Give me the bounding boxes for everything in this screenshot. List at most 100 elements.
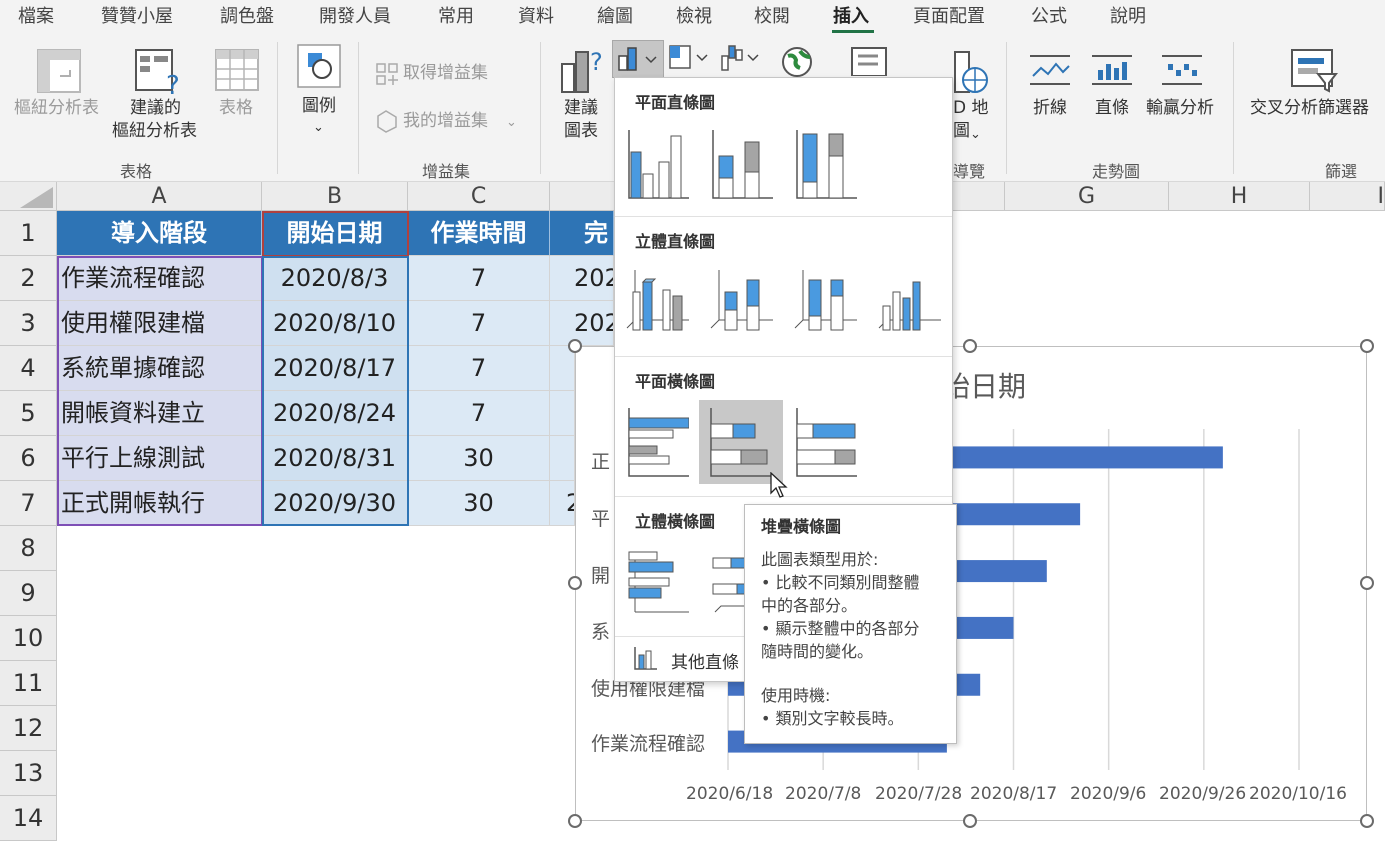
column-header-d[interactable] (550, 182, 615, 211)
chevron-down-icon[interactable]: ⌄ (506, 112, 517, 134)
cell-d3[interactable]: 202 (550, 301, 614, 346)
sparkline-winloss-icon[interactable] (1160, 52, 1204, 88)
row-header[interactable]: 13 (0, 751, 57, 796)
tab-review[interactable]: 校閱 (754, 2, 790, 28)
slicer-icon[interactable] (1290, 48, 1338, 94)
sparkline-column-icon[interactable] (1090, 52, 1134, 88)
tab-home[interactable]: 常用 (438, 2, 474, 28)
recommended-charts-icon[interactable]: ? (560, 46, 606, 94)
resize-handle[interactable] (1360, 814, 1374, 828)
pivot-table-icon[interactable] (36, 48, 82, 94)
3d-stacked-column-option[interactable] (705, 262, 777, 346)
sparkline-line-label[interactable]: 折線 (1033, 97, 1067, 119)
row-header[interactable]: 2 (0, 256, 57, 301)
column-header-g[interactable]: G (1005, 182, 1169, 211)
more-column-charts-link[interactable]: 其他直條 (671, 648, 739, 673)
cell-b3[interactable]: 2020/8/10 (262, 301, 408, 346)
tab-zanzan[interactable]: 贊贊小屋 (101, 2, 173, 28)
cell-a7[interactable]: 正式開帳執行 (57, 481, 262, 526)
recommended-pivot-icon[interactable]: ? (134, 48, 182, 96)
hierarchy-chart-icon[interactable] (669, 44, 713, 72)
sparkline-winloss-label[interactable]: 輸贏分析 (1146, 97, 1214, 119)
100-stacked-bar-option[interactable] (789, 400, 861, 484)
row-header[interactable]: 9 (0, 571, 57, 616)
cell-b2[interactable]: 2020/8/3 (262, 256, 408, 301)
resize-handle[interactable] (568, 576, 582, 590)
cell-c7[interactable]: 30 (408, 481, 550, 526)
chevron-down-icon[interactable]: ⌄ (313, 117, 324, 139)
cell-d5[interactable] (550, 391, 575, 436)
cell-a2[interactable]: 作業流程確認 (57, 256, 262, 301)
tab-formulas[interactable]: 公式 (1031, 2, 1067, 28)
cell-c2[interactable]: 7 (408, 256, 550, 301)
tab-help[interactable]: 說明 (1110, 2, 1146, 28)
row-header[interactable]: 5 (0, 391, 57, 436)
column-chart-dropdown-button[interactable] (612, 40, 664, 78)
row-header[interactable]: 6 (0, 436, 57, 481)
cell-b6[interactable]: 2020/8/31 (262, 436, 408, 481)
column-header-b[interactable]: B (262, 182, 408, 211)
3d-map-label-1[interactable]: D 地 (953, 97, 989, 119)
tab-palette[interactable]: 調色盤 (220, 2, 274, 28)
cell-c6[interactable]: 30 (408, 436, 550, 481)
clustered-bar-option[interactable] (621, 400, 693, 484)
cell-a5[interactable]: 開帳資料建立 (57, 391, 262, 436)
tab-developer[interactable]: 開發人員 (319, 2, 391, 28)
recommended-charts-label-1[interactable]: 建議 (564, 97, 598, 119)
recommended-pivot-label-2[interactable]: 樞紐分析表 (112, 120, 197, 142)
recommended-pivot-label-1[interactable]: 建議的 (130, 97, 181, 119)
cell-b5[interactable]: 2020/8/24 (262, 391, 408, 436)
recommended-charts-label-2[interactable]: 圖表 (564, 120, 598, 142)
3d-map-label-2[interactable]: 圖 (953, 120, 970, 142)
cell-d1[interactable]: 完 (550, 211, 614, 256)
3d-clustered-column-option[interactable] (621, 262, 693, 346)
cell-d2[interactable]: 202 (550, 256, 614, 301)
resize-handle[interactable] (1360, 576, 1374, 590)
waterfall-chart-icon[interactable] (719, 42, 763, 74)
map-chart-icon[interactable] (780, 46, 814, 78)
cell-d7[interactable]: 2 (550, 481, 575, 526)
row-header[interactable]: 10 (0, 616, 57, 661)
cell-a4[interactable]: 系統單據確認 (57, 346, 262, 391)
cell-c4[interactable]: 7 (408, 346, 550, 391)
cell-b4[interactable]: 2020/8/17 (262, 346, 408, 391)
resize-handle[interactable] (963, 339, 977, 353)
resize-handle[interactable] (963, 814, 977, 828)
my-addins-label[interactable]: 我的增益集 (403, 110, 488, 132)
row-header[interactable]: 7 (0, 481, 57, 526)
tab-file[interactable]: 檔案 (18, 2, 54, 28)
pivot-table-label[interactable]: 樞紐分析表 (14, 97, 99, 119)
tab-draw[interactable]: 繪圖 (597, 2, 633, 28)
get-addins-label[interactable]: 取得增益集 (403, 62, 488, 84)
row-header[interactable]: 4 (0, 346, 57, 391)
sparkline-line-icon[interactable] (1028, 52, 1072, 88)
3d-clustered-bar-option[interactable] (621, 540, 693, 624)
tab-page-layout[interactable]: 頁面配置 (913, 2, 985, 28)
resize-handle[interactable] (568, 814, 582, 828)
row-header[interactable]: 11 (0, 661, 57, 706)
tab-insert[interactable]: 插入 (833, 2, 869, 28)
column-header-a[interactable]: A (57, 182, 262, 211)
illustrations-icon[interactable] (296, 43, 342, 89)
slicer-label[interactable]: 交叉分析篩選器 (1250, 97, 1369, 119)
3d-column-option[interactable] (873, 262, 945, 346)
table-icon[interactable] (214, 48, 260, 92)
cell-a3[interactable]: 使用權限建檔 (57, 301, 262, 346)
resize-handle[interactable] (568, 339, 582, 353)
select-all-corner[interactable] (0, 182, 57, 211)
column-header-c[interactable]: C (408, 182, 550, 211)
3d-100-stacked-column-option[interactable] (789, 262, 861, 346)
illustrations-label[interactable]: 圖例 (302, 95, 336, 117)
cell-c3[interactable]: 7 (408, 301, 550, 346)
cell-b7[interactable]: 2020/9/30 (262, 481, 408, 526)
column-header-i[interactable]: I (1310, 182, 1385, 211)
row-header[interactable]: 12 (0, 706, 57, 751)
row-header[interactable]: 3 (0, 301, 57, 346)
row-header[interactable]: 14 (0, 796, 57, 841)
cell-c1[interactable]: 作業時間 (408, 211, 550, 256)
tab-view[interactable]: 檢視 (676, 2, 712, 28)
100-stacked-column-option[interactable] (789, 122, 861, 206)
cell-d4[interactable] (550, 346, 575, 391)
column-header-h[interactable]: H (1169, 182, 1310, 211)
tab-data[interactable]: 資料 (518, 2, 554, 28)
